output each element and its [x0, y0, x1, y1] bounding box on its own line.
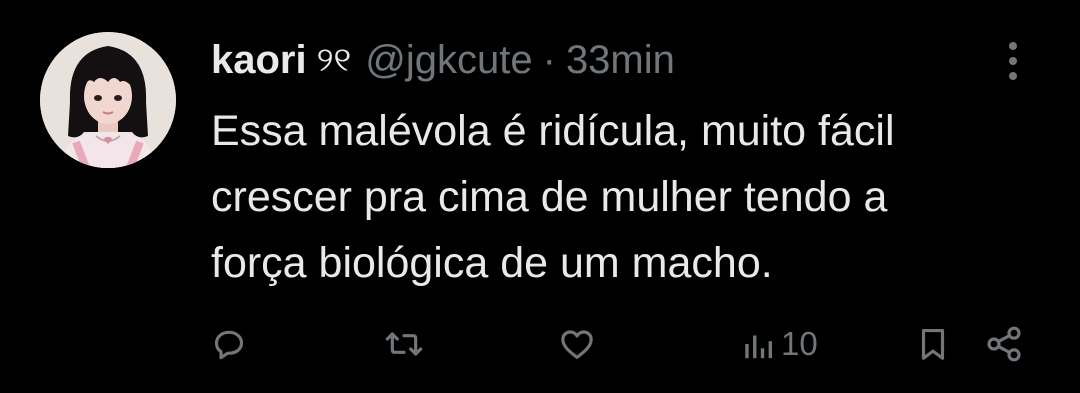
views-icon [745, 335, 773, 359]
timestamp[interactable]: 33min [566, 34, 675, 86]
share-icon [987, 326, 1021, 362]
bookmark-icon [921, 328, 945, 360]
separator-dot: · [542, 38, 556, 82]
tweet-text-line: força biológica de um macho. [211, 239, 773, 287]
tweet-text-line: crescer pra cima de mulher tendo a [211, 173, 888, 221]
avatar-image [40, 32, 176, 168]
tweet: kaori ୨୧ @jgkcute · 33min Essa malévola … [0, 0, 1080, 393]
action-bar: 10 [0, 318, 1080, 370]
views-button[interactable]: 10 [741, 324, 818, 364]
more-vertical-icon[interactable] [1000, 38, 1026, 84]
avatar[interactable] [40, 32, 176, 168]
views-count: 10 [781, 325, 818, 362]
display-name[interactable]: kaori [211, 34, 307, 86]
like-button[interactable] [557, 324, 597, 364]
tweet-text-line: Essa malévola é ridícula, muito fácil [211, 107, 895, 155]
reply-icon [214, 330, 244, 360]
tweet-text: Essa malévola é ridícula, muito fácil cr… [211, 98, 1041, 296]
bookmark-button[interactable] [914, 324, 952, 364]
user-handle[interactable]: @jgkcute [365, 34, 532, 86]
reply-button[interactable] [209, 324, 249, 364]
heart-icon [561, 330, 593, 359]
retweet-icon [385, 332, 423, 356]
name-emoji: ୨୧ [316, 40, 352, 80]
share-button[interactable] [984, 324, 1024, 364]
retweet-button[interactable] [383, 324, 425, 364]
tweet-header: kaori ୨୧ @jgkcute · 33min [211, 34, 675, 86]
